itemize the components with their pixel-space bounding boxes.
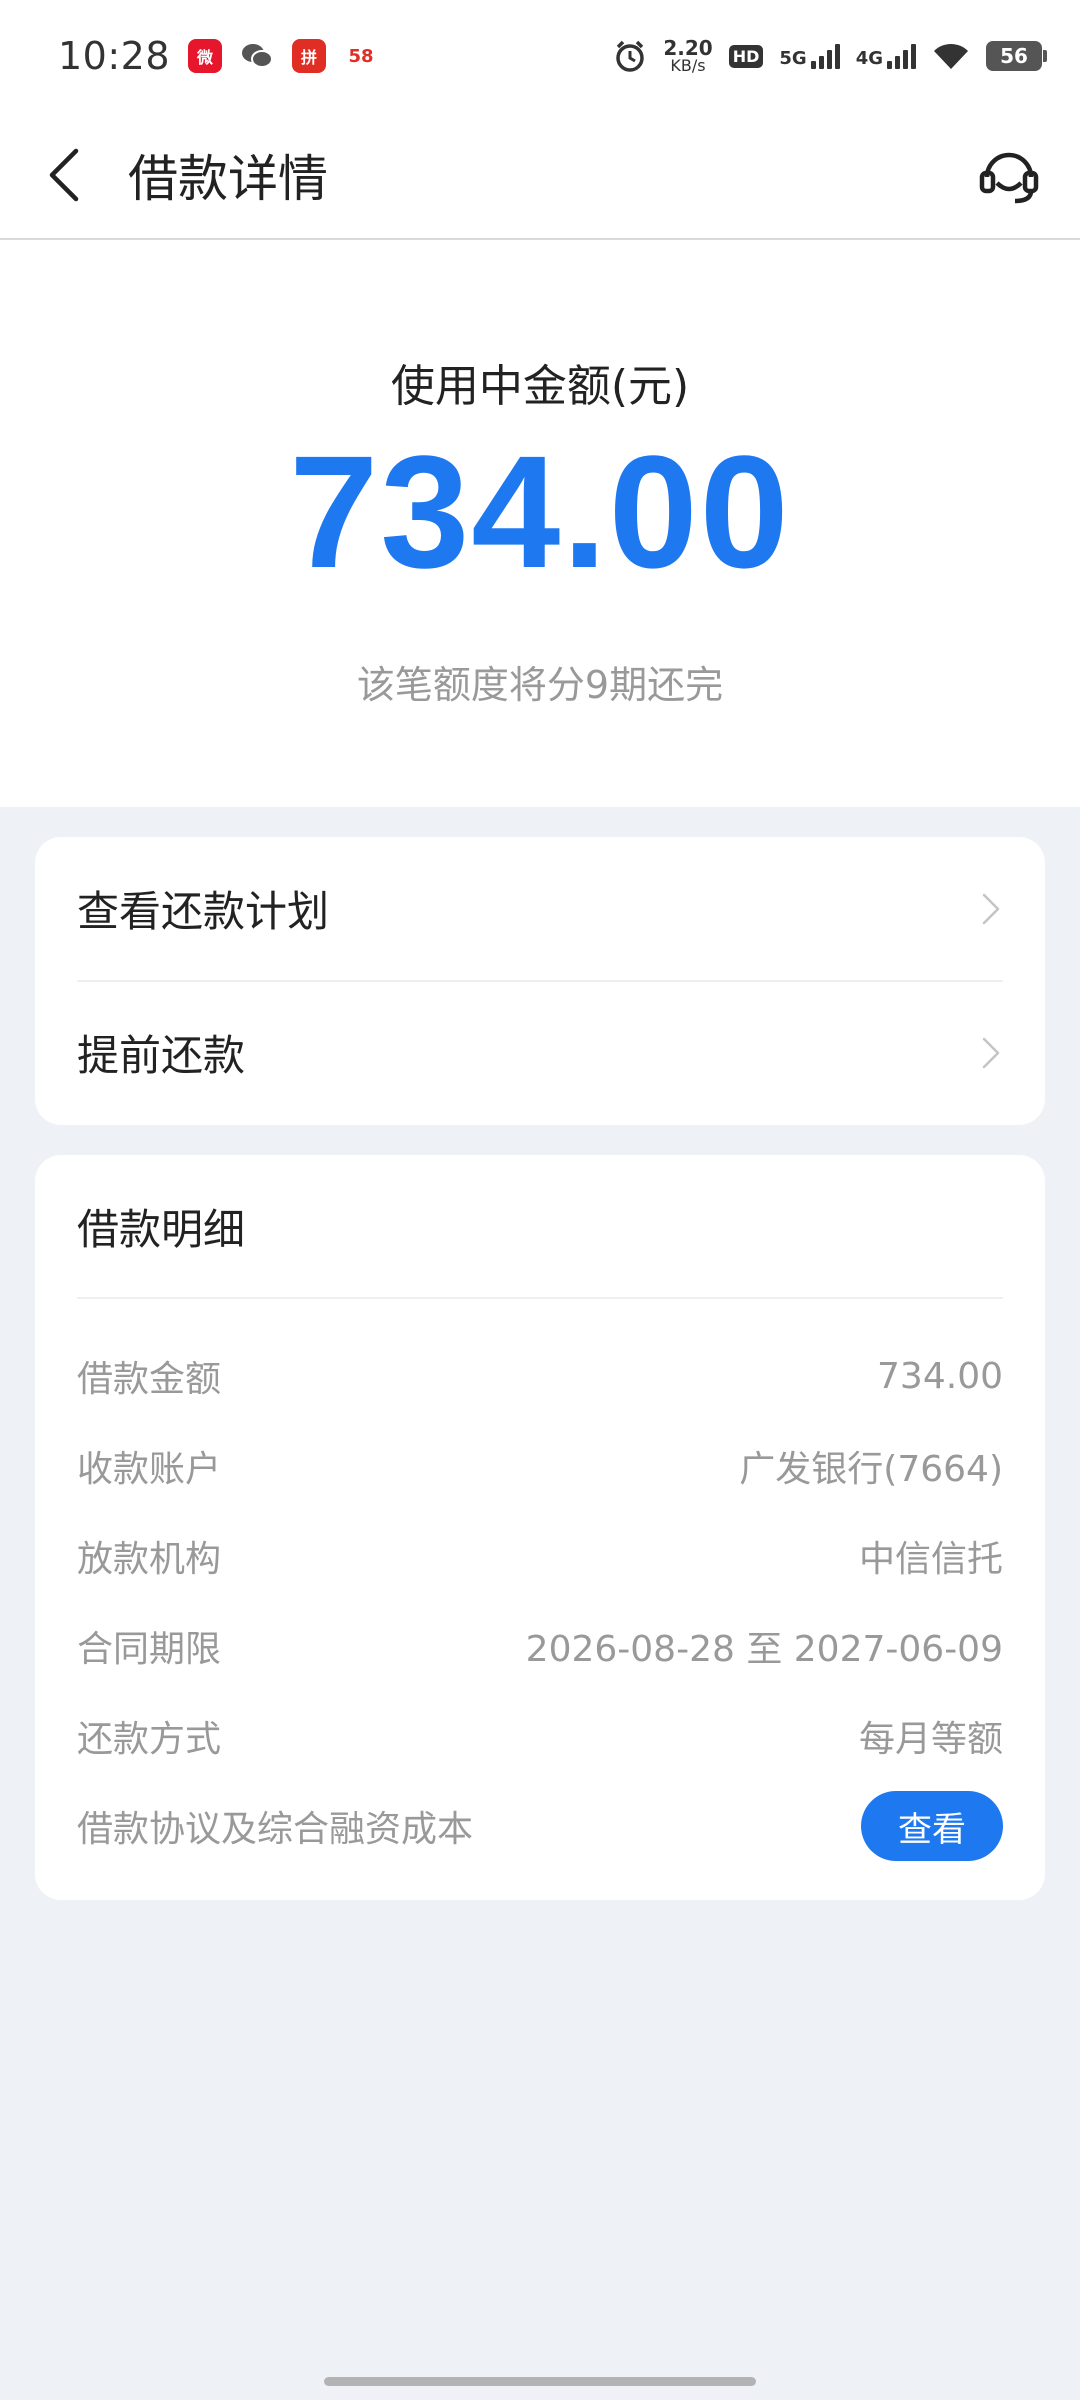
- detail-value: 中信信托: [858, 1539, 1003, 1580]
- view-agreement-button[interactable]: 查看: [861, 1791, 1003, 1861]
- signal-bars-icon: [887, 43, 916, 69]
- menu-item-early-repayment[interactable]: 提前还款: [77, 980, 1003, 1123]
- detail-value: 广发银行(7664): [739, 1449, 1003, 1490]
- detail-row-contract-term: 合同期限 2026-08-28 至 2027-06-09: [77, 1601, 1003, 1691]
- menu-item-repayment-plan[interactable]: 查看还款计划: [77, 837, 1003, 980]
- app-58-icon: 58: [344, 39, 379, 73]
- detail-row-receiving-account: 收款账户 广发银行(7664): [77, 1421, 1003, 1511]
- chevron-right-icon: [982, 893, 1000, 924]
- chevron-left-icon: [49, 148, 79, 202]
- alarm-icon: [616, 40, 645, 72]
- net-speed: 2.20 KB/s: [663, 38, 712, 74]
- top-area: 10:28 微 拼 58 2.20 KB/s HD 5G 4G 56 借款详情 …: [0, 0, 1080, 807]
- chevron-right-icon: [982, 1037, 1000, 1068]
- detail-value: 每月等额: [858, 1719, 1003, 1760]
- detail-label: 合同期限: [77, 1629, 222, 1670]
- detail-value: 734.00: [877, 1355, 1003, 1397]
- status-bar: 10:28 微 拼 58 2.20 KB/s HD 5G 4G 56: [0, 0, 1080, 112]
- detail-label: 收款账户: [77, 1449, 222, 1490]
- pinduoduo-icon: 拼: [292, 39, 327, 73]
- nav-left: 借款详情: [36, 139, 328, 211]
- detail-row-repayment-method: 还款方式 每月等额: [77, 1691, 1003, 1781]
- detail-label: 借款金额: [77, 1359, 222, 1400]
- home-indicator[interactable]: [324, 2377, 756, 2386]
- agreement-label: 借款协议及综合融资成本: [77, 1809, 474, 1850]
- weibo-icon: 微: [188, 39, 223, 73]
- status-right: 2.20 KB/s HD 5G 4G 56: [613, 38, 1047, 74]
- detail-row-lender: 放款机构 中信信托: [77, 1511, 1003, 1601]
- hero-section: 使用中金额(元) 734.00 该笔额度将分9期还完: [0, 240, 1080, 807]
- menu-item-label: 提前还款: [77, 1031, 246, 1080]
- menu-item-label: 查看还款计划: [77, 887, 330, 936]
- detail-label: 还款方式: [77, 1719, 222, 1760]
- sim1-label: 5G: [779, 48, 807, 69]
- page-title: 借款详情: [128, 150, 328, 208]
- net-speed-value: 2.20: [663, 36, 713, 60]
- menu-card: 查看还款计划 提前还款: [35, 837, 1045, 1125]
- detail-value: 2026-08-28 至 2027-06-09: [525, 1629, 1003, 1670]
- signal-4g: 4G: [856, 43, 916, 69]
- status-left: 10:28 微 拼 58: [58, 34, 379, 78]
- status-time: 10:28: [58, 34, 171, 78]
- sim2-label: 4G: [855, 48, 883, 69]
- loan-detail-card: 借款明细 借款金额 734.00 收款账户 广发银行(7664) 放款机构 中信…: [35, 1155, 1045, 1900]
- battery-icon: 56: [986, 41, 1047, 71]
- hero-note: 该笔额度将分9期还完: [356, 663, 724, 707]
- back-button[interactable]: [36, 145, 92, 205]
- detail-title: 借款明细: [77, 1155, 1003, 1299]
- wifi-icon: [934, 43, 968, 69]
- wechat-icon: [240, 39, 275, 73]
- detail-row-loan-amount: 借款金额 734.00: [77, 1331, 1003, 1421]
- net-speed-unit: KB/s: [670, 56, 706, 75]
- signal-5g: 5G: [779, 43, 840, 69]
- hero-label: 使用中金额(元): [390, 361, 690, 412]
- detail-label: 放款机构: [77, 1539, 222, 1580]
- signal-bars-icon: [810, 43, 840, 69]
- nav-header: 借款详情: [0, 112, 1080, 240]
- hd-icon: HD: [728, 44, 764, 68]
- customer-service-button[interactable]: [974, 140, 1044, 210]
- detail-row-agreement: 借款协议及综合融资成本 查看: [77, 1781, 1003, 1871]
- headset-icon: [979, 152, 1039, 204]
- hero-amount: 734.00: [289, 422, 791, 601]
- detail-list: 借款金额 734.00 收款账户 广发银行(7664) 放款机构 中信信托 合同…: [77, 1299, 1003, 1871]
